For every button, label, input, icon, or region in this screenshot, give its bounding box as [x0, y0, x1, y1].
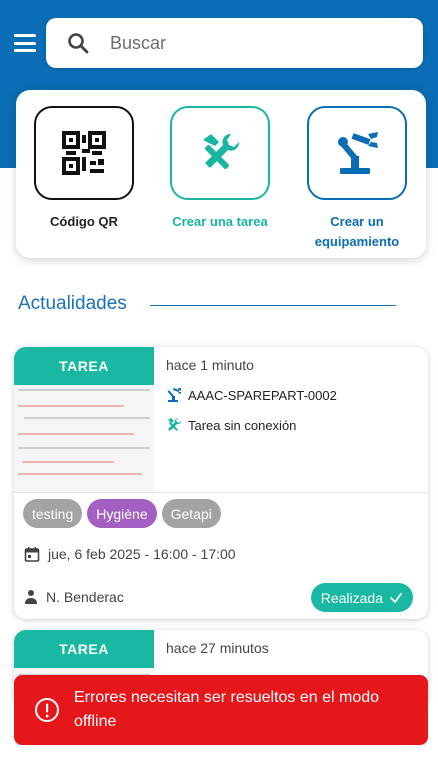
robot-arm-icon — [338, 132, 378, 174]
tag[interactable]: testing — [23, 499, 83, 528]
task-user: N. Benderac — [24, 589, 124, 605]
task-time: hace 1 minuto — [166, 357, 254, 373]
create-equipment-action[interactable]: Crear un equipamiento — [307, 106, 407, 252]
create-task-label: Crear una tarea — [172, 214, 268, 229]
error-circle-icon — [35, 698, 59, 722]
error-message: Errores necesitan ser resueltos en el mo… — [74, 689, 380, 730]
qr-code-icon — [62, 131, 106, 175]
menu-icon[interactable] — [14, 34, 36, 52]
create-task-action[interactable]: Crear una tarea — [170, 106, 270, 232]
error-toast[interactable]: Errores necesitan ser resueltos en el mo… — [14, 675, 428, 745]
robot-arm-icon — [167, 388, 181, 402]
task-type-badge: TAREA — [14, 347, 154, 385]
status-badge[interactable]: Realizada — [310, 583, 413, 612]
check-icon — [390, 592, 402, 603]
equipment-line: AAAC-SPAREPART-0002 — [166, 387, 418, 403]
search-input[interactable] — [110, 32, 390, 54]
tools-icon — [168, 417, 182, 431]
equipment-name: AAAC-SPAREPART-0002 — [188, 387, 337, 403]
task-date-text: jue, 6 feb 2025 - 16:00 - 17:00 — [48, 546, 236, 562]
user-name: N. Benderac — [46, 589, 124, 605]
tag[interactable]: Hygiène — [87, 499, 157, 528]
status-label: Realizada — [320, 589, 383, 606]
create-equipment-tile[interactable] — [307, 106, 407, 200]
task-time: hace 27 minutos — [166, 640, 269, 656]
search-icon — [68, 33, 89, 54]
qr-code-tile[interactable] — [34, 106, 134, 200]
task-type-badge: TAREA — [14, 630, 154, 668]
section-divider — [150, 305, 396, 306]
search-bar[interactable] — [46, 18, 423, 68]
task-card[interactable]: TAREA hace 1 minuto AAAC-SPAREPART-0002 … — [14, 347, 428, 619]
qr-code-action[interactable]: Código QR — [34, 106, 134, 232]
card-divider — [14, 492, 428, 493]
tag[interactable]: Getapi — [161, 499, 221, 528]
create-task-tile[interactable] — [170, 106, 270, 200]
tag-list: testing Hygiène Getapi — [23, 499, 221, 528]
quick-actions-panel: Código QR Crear una tarea Crear un equip… — [16, 90, 426, 258]
task-line: Tarea sin conexión — [166, 417, 418, 433]
task-date: jue, 6 feb 2025 - 16:00 - 17:00 — [24, 546, 236, 562]
calendar-icon — [24, 547, 40, 562]
section-title: Actualidades — [18, 293, 127, 314]
qr-code-label: Código QR — [50, 214, 118, 229]
user-icon — [25, 590, 37, 604]
create-equipment-label: Crear un equipamiento — [314, 214, 400, 249]
tools-icon — [203, 133, 240, 169]
task-title: Tarea sin conexión — [188, 417, 297, 433]
